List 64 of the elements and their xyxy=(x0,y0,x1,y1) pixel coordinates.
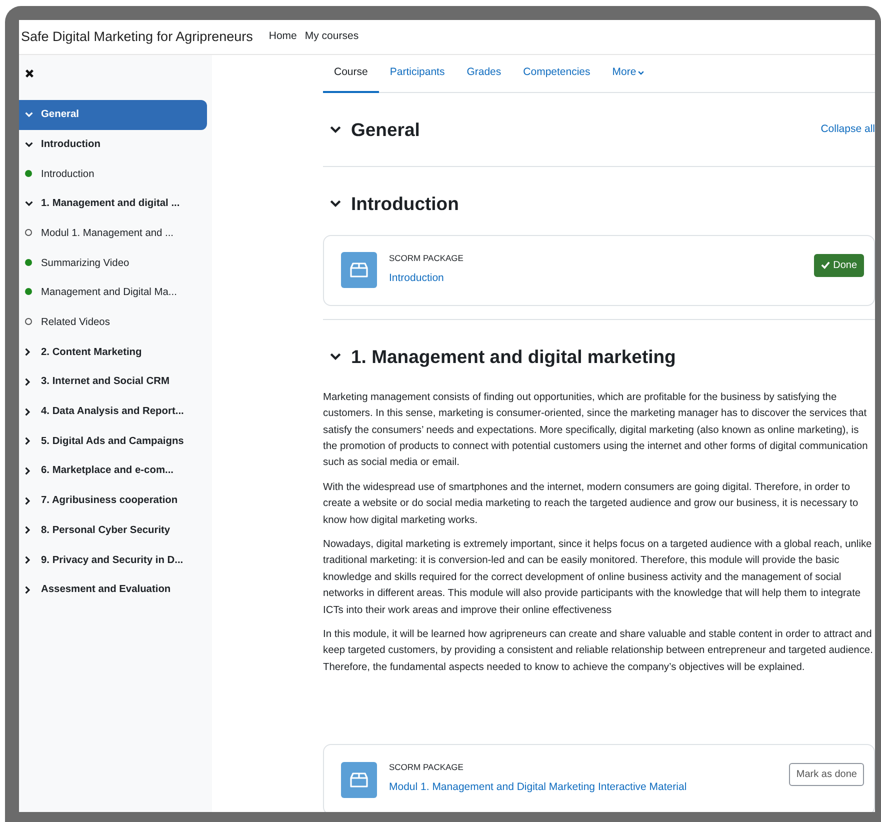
chevron-down-icon[interactable] xyxy=(330,353,341,360)
section-heading: General xyxy=(351,118,420,142)
close-icon[interactable] xyxy=(25,69,34,78)
sidebar-item[interactable]: Assesment and Evaluation xyxy=(19,575,207,605)
sidebar-item[interactable]: Summarizing Video xyxy=(19,248,207,278)
sidebar-item[interactable]: 3. Internet and Social CRM xyxy=(19,367,207,397)
collapse-all-link[interactable]: Collapse all xyxy=(820,122,875,138)
package-icon xyxy=(341,252,377,288)
tab[interactable]: Participants xyxy=(378,55,456,93)
chevron-right-icon xyxy=(25,408,30,416)
activity-link[interactable]: Modul 1. Management and Digital Marketing Interactive Material xyxy=(389,781,687,793)
sidebar-item[interactable]: General xyxy=(19,100,207,130)
chevron-down-icon xyxy=(25,201,33,206)
chevron-down-icon[interactable] xyxy=(330,126,341,134)
chevron-right-icon xyxy=(25,467,30,476)
nav-link[interactable]: My courses xyxy=(304,29,359,45)
nav-link[interactable]: Home xyxy=(268,29,297,45)
completed-dot-icon xyxy=(25,258,32,266)
completed-dot-icon xyxy=(25,170,32,177)
chevron-right-icon xyxy=(25,348,30,356)
sidebar-item[interactable]: Introduction xyxy=(19,159,207,190)
tab[interactable]: More xyxy=(601,55,656,93)
summary-paragraph: Marketing management consists of finding out opportunities, which are profitable for the business by satisfying the customers. In this sense, marketing is consumer-oriented, since the marketing manager has to discover the services that satisfy the consumers’ needs and expectations. More specifically, digital marketing (also known as online marketing), is the promotion of products to connect with potential customers using the internet and other forms of digital communication such as social media or email. xyxy=(323,390,869,470)
chevron-right-icon xyxy=(25,378,30,386)
sidebar-item[interactable]: 6. Marketplace and e-com... xyxy=(19,456,207,486)
caret-icon xyxy=(638,71,644,75)
chevron-down-icon xyxy=(25,112,33,118)
incomplete-circle-icon xyxy=(25,228,32,236)
chevron-right-icon xyxy=(25,556,30,564)
sidebar-item[interactable]: 9. Privacy and Security in D... xyxy=(19,545,207,575)
incomplete-circle-icon xyxy=(25,318,32,325)
summary-paragraph: Nowadays, digital marketing is extremely important, since it helps focus on a targeted audience with a global reach, unlike traditional marketing: it is conversion-led and can be easily monitored. Therefore, this module will provide the basic knowledge and skills required for the correct development of online business activity and the management of social networks in different areas. This module will also provide participants with the knowledge that will help them to integrate ICTs into their work areas and improve their online effectiveness xyxy=(323,538,873,618)
mark-as-done-button[interactable]: Mark as done xyxy=(789,763,864,786)
done-button[interactable]: Done xyxy=(814,254,864,277)
sidebar-item[interactable]: Related Videos xyxy=(19,308,207,338)
tab[interactable]: Competencies xyxy=(512,55,602,93)
sidebar-item[interactable]: Management and Digital Ma... xyxy=(19,278,207,308)
package-icon xyxy=(341,762,377,798)
sidebar-item[interactable]: 4. Data Analysis and Report... xyxy=(19,396,207,427)
sidebar-item[interactable]: 1. Management and digital ... xyxy=(19,189,207,219)
sidebar-item[interactable]: Introduction xyxy=(19,130,207,160)
activity-type: SCORM PACKAGE xyxy=(389,252,464,265)
summary-paragraph: With the widespread use of smartphones and the internet, modern consumers are going digital. Therefore, in order to create a website or do social media marketing to reach the targeted audience and grow our business, it is necessary to know how digital marketing works. xyxy=(323,480,860,528)
check-icon xyxy=(821,261,830,270)
sidebar-item[interactable]: 7. Agribusiness cooperation xyxy=(19,486,207,516)
chevron-down-icon xyxy=(25,142,33,148)
activity-link[interactable]: Introduction xyxy=(389,272,444,284)
chevron-right-icon xyxy=(25,496,30,505)
sidebar-item[interactable]: 8. Personal Cyber Security xyxy=(19,516,207,546)
site-name: Safe Digital Marketing for Agripreneurs xyxy=(21,28,253,46)
chevron-down-icon[interactable] xyxy=(330,200,341,208)
section-heading: 1. Management and digital marketing xyxy=(351,346,676,368)
sidebar-item[interactable]: 2. Content Marketing xyxy=(19,338,207,368)
tab[interactable]: Course xyxy=(323,55,379,93)
chevron-right-icon xyxy=(25,526,30,534)
summary-paragraph: In this module, it will be learned how agripreneurs can create and share valuable and stable content in order to attract and keep targeted customers, by providing a consistent and reliable relationship between entrepreneur and targeted audience. Therefore, the fundamental aspects needed to know to achieve the company’s objectives will be explained. xyxy=(323,628,874,675)
sidebar-item[interactable]: Modul 1. Management and ... xyxy=(19,218,207,248)
completed-dot-icon xyxy=(25,288,32,296)
section-heading: Introduction xyxy=(351,192,459,216)
chevron-right-icon xyxy=(25,437,30,446)
tab[interactable]: Grades xyxy=(456,55,512,93)
activity-type: SCORM PACKAGE xyxy=(389,761,464,774)
sidebar-item[interactable]: 5. Digital Ads and Campaigns xyxy=(19,426,207,456)
chevron-right-icon xyxy=(25,586,30,594)
